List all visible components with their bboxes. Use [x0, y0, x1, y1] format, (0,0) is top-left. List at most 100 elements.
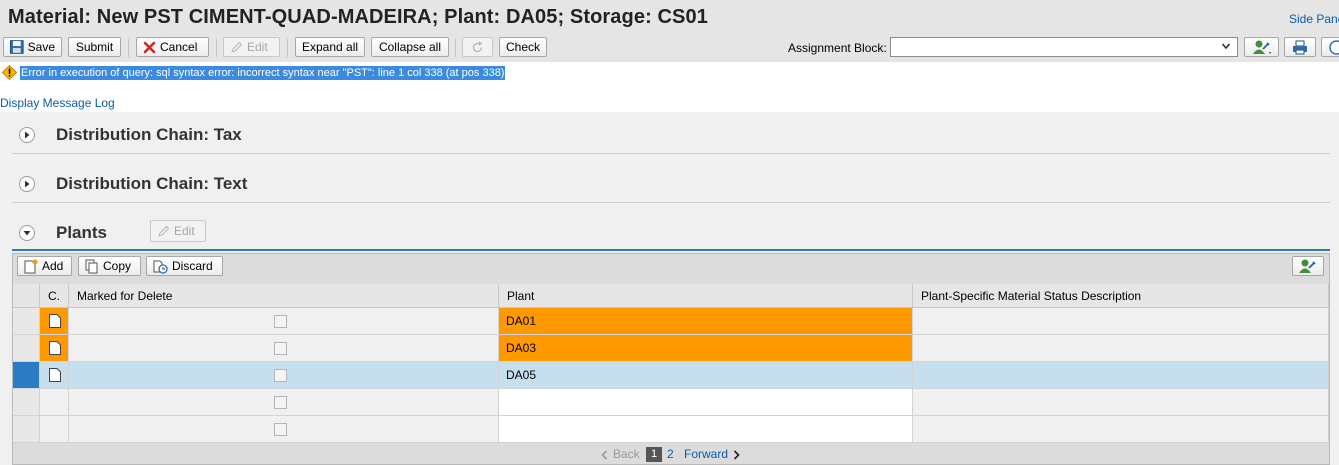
main-toolbar: Save Submit Cancel Edit Expand all Colla…	[0, 36, 1339, 62]
chevron-down-icon	[1221, 43, 1231, 50]
help-button[interactable]	[1321, 37, 1339, 57]
row-selector-header	[13, 284, 40, 308]
add-label: Add	[42, 259, 64, 273]
page-title: Material: New PST CIMENT-QUAD-MADEIRA; P…	[8, 6, 708, 28]
cancel-button[interactable]: Cancel	[136, 37, 209, 57]
marked-for-delete-checkbox[interactable]	[274, 423, 287, 436]
add-icon	[24, 259, 38, 273]
collapse-plants-toggle[interactable]	[19, 225, 35, 241]
error-message: Error in execution of query: sql syntax …	[20, 66, 506, 80]
plant-cell[interactable]	[499, 416, 913, 443]
refresh-button[interactable]	[462, 37, 493, 57]
section-title-tax[interactable]: Distribution Chain: Tax	[56, 125, 242, 145]
check-label: Check	[506, 40, 541, 54]
plant-cell[interactable]: DA01	[499, 308, 913, 335]
plants-edit-button[interactable]: Edit	[150, 220, 206, 242]
plant-cell[interactable]: DA03	[499, 335, 913, 362]
discard-icon	[153, 260, 168, 274]
table-personalize-button[interactable]	[1292, 256, 1324, 276]
status-description-cell	[913, 335, 1329, 362]
status-description-cell	[913, 308, 1329, 335]
section-divider	[12, 202, 1330, 203]
document-icon	[49, 368, 61, 382]
section-divider-active	[12, 249, 1330, 251]
assignment-block-label: Assignment Block:	[788, 41, 887, 55]
row-type-cell	[40, 389, 69, 416]
cancel-label: Cancel	[160, 40, 198, 54]
status-description-cell	[913, 416, 1329, 443]
marked-for-delete-cell	[69, 416, 499, 443]
copy-button[interactable]: Copy	[78, 256, 141, 276]
pencil-icon	[231, 41, 243, 53]
column-header-status-description[interactable]: Plant-Specific Material Status Descripti…	[913, 284, 1329, 308]
plant-cell[interactable]	[499, 389, 913, 416]
collapse-all-button[interactable]: Collapse all	[371, 37, 449, 57]
row-selector[interactable]	[13, 308, 40, 335]
row-selector[interactable]	[13, 389, 40, 416]
collapse-icon	[23, 231, 31, 236]
help-icon	[1328, 39, 1339, 55]
pager-forward[interactable]: Forward	[684, 447, 728, 461]
copy-label: Copy	[103, 259, 132, 273]
expand-all-label: Expand all	[301, 40, 359, 54]
expand-all-button[interactable]: Expand all	[295, 37, 365, 57]
section-divider	[12, 153, 1330, 154]
personalize-button[interactable]	[1244, 37, 1279, 57]
status-description-cell	[913, 362, 1329, 389]
chevron-left-icon	[601, 450, 608, 460]
save-label: Save	[27, 40, 55, 54]
edit-button[interactable]: Edit	[223, 37, 280, 57]
column-header-plant[interactable]: Plant	[499, 284, 913, 308]
assignment-block-select[interactable]	[890, 37, 1238, 57]
column-header-marked-for-delete[interactable]: Marked for Delete	[69, 284, 499, 308]
save-button[interactable]: Save	[3, 37, 62, 57]
row-selector-selected[interactable]	[13, 362, 40, 389]
plants-edit-label: Edit	[174, 224, 195, 238]
warning-icon	[2, 65, 17, 80]
pager-back[interactable]: Back	[613, 447, 640, 461]
document-icon	[49, 341, 61, 355]
submit-button[interactable]: Submit	[68, 37, 121, 57]
plant-cell[interactable]: DA05	[499, 362, 913, 389]
settings-person-icon	[1252, 40, 1271, 54]
section-title-text[interactable]: Distribution Chain: Text	[56, 174, 247, 194]
marked-for-delete-checkbox[interactable]	[274, 315, 287, 328]
expand-text-toggle[interactable]	[19, 176, 35, 192]
status-description-cell	[913, 389, 1329, 416]
marked-for-delete-checkbox[interactable]	[274, 369, 287, 382]
expand-icon	[25, 131, 30, 139]
copy-icon	[85, 259, 98, 273]
marked-for-delete-cell	[69, 362, 499, 389]
table-pager: Back 1 2 Forward	[0, 444, 1339, 465]
expand-tax-toggle[interactable]	[19, 127, 35, 143]
row-type-cell	[40, 335, 69, 362]
toolbar-divider	[128, 39, 129, 57]
column-header-c[interactable]: C.	[40, 284, 69, 308]
marked-for-delete-checkbox[interactable]	[274, 342, 287, 355]
add-button[interactable]: Add	[17, 256, 72, 276]
pencil-icon	[158, 225, 170, 237]
row-selector[interactable]	[13, 416, 40, 443]
pager-page-2[interactable]: 2	[667, 447, 674, 461]
cancel-icon	[143, 41, 156, 53]
discard-label: Discard	[172, 259, 213, 273]
discard-button[interactable]: Discard	[146, 256, 223, 276]
marked-for-delete-cell	[69, 335, 499, 362]
toolbar-divider	[216, 39, 217, 57]
submit-label: Submit	[75, 40, 114, 54]
print-button[interactable]	[1284, 37, 1316, 57]
display-message-log-link[interactable]: Display Message Log	[0, 96, 115, 110]
marked-for-delete-cell	[69, 308, 499, 335]
settings-person-icon	[1299, 259, 1316, 273]
chevron-right-icon	[733, 450, 740, 460]
side-panel-link[interactable]: Side Panel	[1289, 12, 1339, 26]
expand-icon	[25, 180, 30, 188]
check-button[interactable]: Check	[499, 37, 547, 57]
edit-label: Edit	[247, 40, 268, 54]
marked-for-delete-cell	[69, 389, 499, 416]
marked-for-delete-checkbox[interactable]	[274, 396, 287, 409]
row-type-cell	[40, 416, 69, 443]
section-title-plants[interactable]: Plants	[56, 223, 107, 243]
row-selector[interactable]	[13, 335, 40, 362]
collapse-all-label: Collapse all	[378, 40, 442, 54]
